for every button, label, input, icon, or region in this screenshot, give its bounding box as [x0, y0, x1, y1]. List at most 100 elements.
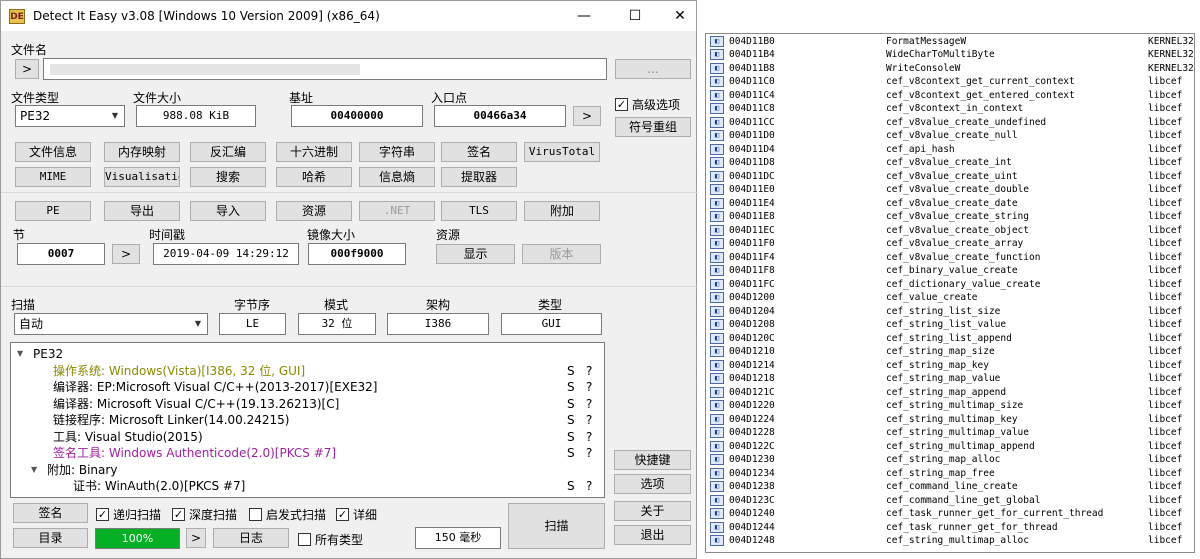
deep-scan-checkbox[interactable]: ✓ 深度扫描: [172, 506, 237, 523]
tree-item[interactable]: 证书: WinAuth(2.0)[PKCS #7] S?: [11, 478, 604, 494]
scan-button[interactable]: 扫描: [508, 503, 605, 549]
signature-marker[interactable]: S: [567, 396, 575, 412]
import-row[interactable]: ◧ 004D1200 cef_value_create libcef: [706, 291, 1194, 305]
tool-button-9[interactable]: Visualisation: [104, 167, 180, 187]
import-row[interactable]: ◧ 004D1240 cef_task_runner_get_for_current…: [706, 507, 1194, 521]
about-button[interactable]: 关于: [614, 501, 691, 521]
tree-item[interactable]: 编译器: EP:Microsoft Visual C/C++(2013-2017…: [11, 379, 604, 395]
signature-marker[interactable]: S: [567, 363, 575, 379]
directory-button[interactable]: 目录: [13, 528, 88, 548]
advanced-options-checkbox[interactable]: ✓ 高级选项: [615, 96, 680, 113]
signature-marker[interactable]: S: [567, 379, 575, 395]
tree-item[interactable]: 工具: Visual Studio(2015) S?: [11, 429, 604, 445]
info-marker[interactable]: ?: [586, 396, 592, 412]
import-row[interactable]: ◧ 004D122C cef_string_multimap_append libce…: [706, 440, 1194, 454]
pe-button-3[interactable]: 导入: [190, 201, 266, 221]
verbose-checkbox[interactable]: ✓ 详细: [336, 506, 377, 523]
import-row[interactable]: ◧ 004D11E0 cef_v8value_create_double libcef: [706, 183, 1194, 197]
info-marker[interactable]: ?: [586, 445, 592, 461]
import-row[interactable]: ◧ 004D1210 cef_string_map_size libcef: [706, 345, 1194, 359]
progress-next-button[interactable]: >: [186, 528, 206, 548]
import-row[interactable]: ◧ 004D1214 cef_string_map_key libcef: [706, 359, 1194, 373]
tool-button-12[interactable]: 信息熵: [359, 167, 435, 187]
signature-marker[interactable]: S: [567, 429, 575, 445]
signature-marker[interactable]: S: [567, 478, 575, 494]
import-row[interactable]: ◧ 004D11B0 FormatMessageW KERNEL32: [706, 35, 1194, 49]
import-row[interactable]: ◧ 004D11E4 cef_v8value_create_date libcef: [706, 197, 1194, 211]
import-row[interactable]: ◧ 004D1218 cef_string_map_value libcef: [706, 372, 1194, 386]
tree-item[interactable]: 链接程序: Microsoft Linker(14.00.24215) S?: [11, 412, 604, 428]
import-row[interactable]: ◧ 004D120C cef_string_list_append libcef: [706, 332, 1194, 346]
resource-version-button[interactable]: 版本: [522, 244, 601, 264]
close-icon[interactable]: ✕: [657, 1, 703, 31]
maximize-icon[interactable]: ☐: [612, 1, 658, 31]
import-row[interactable]: ◧ 004D1208 cef_string_list_value libcef: [706, 318, 1194, 332]
tool-button-1[interactable]: 文件信息: [15, 142, 91, 162]
info-marker[interactable]: ?: [586, 379, 592, 395]
tree-toggle-icon[interactable]: ▼: [17, 346, 23, 362]
tree-toggle-icon[interactable]: ▼: [31, 462, 37, 478]
pe-button-4[interactable]: 资源: [276, 201, 352, 221]
import-row[interactable]: ◧ 004D1224 cef_string_multimap_key libcef: [706, 413, 1194, 427]
import-row[interactable]: ◧ 004D11F8 cef_binary_value_create libcef: [706, 264, 1194, 278]
tree-item[interactable]: 编译器: Microsoft Visual C/C++(19.13.26213)…: [11, 396, 604, 412]
options-button[interactable]: 选项: [614, 474, 691, 494]
shortcuts-button[interactable]: 快捷键: [614, 450, 691, 470]
import-row[interactable]: ◧ 004D11D4 cef_api_hash libcef: [706, 143, 1194, 157]
import-row[interactable]: ◧ 004D11B8 WriteConsoleW KERNEL32: [706, 62, 1194, 76]
tree-item[interactable]: 操作系统: Windows(Vista)[I386, 32 位, GUI] S?: [11, 363, 604, 379]
log-button[interactable]: 日志: [213, 528, 289, 548]
import-row[interactable]: ◧ 004D1248 cef_string_multimap_alloc libcef: [706, 534, 1194, 548]
tool-button-6[interactable]: 签名: [441, 142, 517, 162]
file-path-input[interactable]: [43, 58, 607, 80]
exit-button[interactable]: 退出: [614, 525, 691, 545]
entry-point-button[interactable]: >: [573, 106, 601, 126]
import-row[interactable]: ◧ 004D11E8 cef_v8value_create_string libcef: [706, 210, 1194, 224]
scan-result-tree[interactable]: ▼ PE32 操作系统: Windows(Vista)[I386, 32 位, GU…: [10, 342, 605, 498]
pe-button-2[interactable]: 导出: [104, 201, 180, 221]
import-row[interactable]: ◧ 004D11D0 cef_v8value_create_null libcef: [706, 129, 1194, 143]
import-row[interactable]: ◧ 004D11F0 cef_v8value_create_array libcef: [706, 237, 1194, 251]
info-marker[interactable]: ?: [586, 363, 592, 379]
signature-marker[interactable]: S: [567, 445, 575, 461]
tool-button-7[interactable]: VirusTotal: [524, 142, 600, 162]
tool-button-8[interactable]: MIME: [15, 167, 91, 187]
pe-button-5[interactable]: .NET: [359, 201, 435, 221]
tool-button-5[interactable]: 字符串: [359, 142, 435, 162]
file-type-select[interactable]: PE32 ▼: [15, 105, 125, 127]
import-row[interactable]: ◧ 004D11FC cef_dictionary_value_create libc…: [706, 278, 1194, 292]
import-row[interactable]: ◧ 004D11C8 cef_v8context_in_context libcef: [706, 102, 1194, 116]
tool-button-2[interactable]: 内存映射: [104, 142, 180, 162]
signature-marker[interactable]: S: [567, 412, 575, 428]
resource-show-button[interactable]: 显示: [436, 244, 515, 264]
recursive-scan-checkbox[interactable]: ✓ 递归扫描: [96, 506, 161, 523]
import-row[interactable]: ◧ 004D1238 cef_command_line_create libcef: [706, 480, 1194, 494]
import-row[interactable]: ◧ 004D123C cef_command_line_get_global libc…: [706, 494, 1194, 508]
all-types-checkbox[interactable]: 所有类型: [298, 531, 363, 548]
file-history-button[interactable]: >: [15, 59, 39, 79]
tree-item[interactable]: ▼ PE32: [11, 346, 604, 362]
import-row[interactable]: ◧ 004D1230 cef_string_map_alloc libcef: [706, 453, 1194, 467]
heuristic-scan-checkbox[interactable]: 启发式扫描: [249, 506, 326, 523]
pe-button-7[interactable]: 附加: [524, 201, 600, 221]
import-row[interactable]: ◧ 004D11D8 cef_v8value_create_int libcef: [706, 156, 1194, 170]
tool-button-13[interactable]: 提取器: [441, 167, 517, 187]
import-row[interactable]: ◧ 004D11B4 WideCharToMultiByte KERNEL32: [706, 48, 1194, 62]
import-row[interactable]: ◧ 004D1220 cef_string_multimap_size libcef: [706, 399, 1194, 413]
tool-button-3[interactable]: 反汇编: [190, 142, 266, 162]
pe-button-6[interactable]: TLS: [441, 201, 517, 221]
import-row[interactable]: ◧ 004D11CC cef_v8value_create_undefined lib…: [706, 116, 1194, 130]
import-row[interactable]: ◧ 004D11C4 cef_v8context_get_entered_conte…: [706, 89, 1194, 103]
tool-button-4[interactable]: 十六进制: [276, 142, 352, 162]
import-row[interactable]: ◧ 004D11EC cef_v8value_create_object libcef: [706, 224, 1194, 238]
import-row[interactable]: ◧ 004D1204 cef_string_list_size libcef: [706, 305, 1194, 319]
pe-button-1[interactable]: PE: [15, 201, 91, 221]
import-row[interactable]: ◧ 004D11C0 cef_v8context_get_current_conte…: [706, 75, 1194, 89]
scan-engine-select[interactable]: 自动 ▼: [14, 313, 208, 335]
import-row[interactable]: ◧ 004D11F4 cef_v8value_create_function libc…: [706, 251, 1194, 265]
tree-item[interactable]: ▼ 附加: Binary: [11, 462, 604, 478]
tree-item[interactable]: 签名工具: Windows Authenticode(2.0)[PKCS #7]…: [11, 445, 604, 461]
info-marker[interactable]: ?: [586, 412, 592, 428]
import-row[interactable]: ◧ 004D1244 cef_task_runner_get_for_thread l…: [706, 521, 1194, 535]
import-row[interactable]: ◧ 004D1234 cef_string_map_free libcef: [706, 467, 1194, 481]
